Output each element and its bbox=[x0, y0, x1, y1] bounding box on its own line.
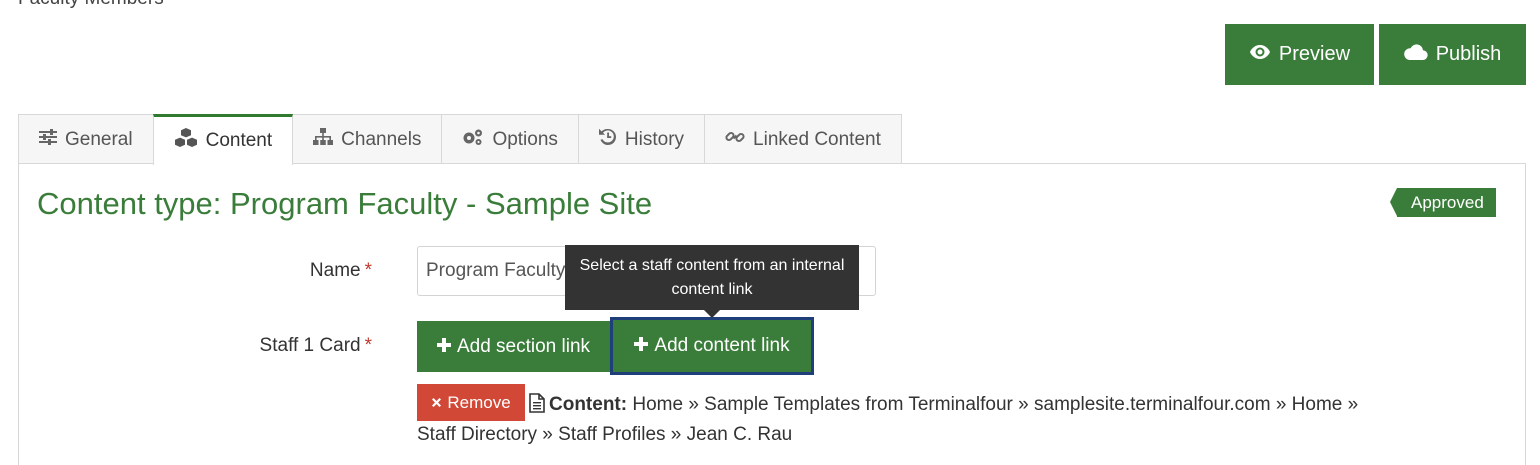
preview-button[interactable]: Preview bbox=[1225, 24, 1374, 85]
publish-label: Publish bbox=[1435, 43, 1502, 65]
eye-icon bbox=[1249, 43, 1271, 66]
remove-button[interactable]: Remove bbox=[417, 384, 525, 421]
plus-icon bbox=[436, 336, 451, 358]
breadcrumb: Faculty Members bbox=[18, 0, 164, 10]
name-label: Name * bbox=[172, 260, 372, 282]
gears-icon bbox=[462, 128, 484, 152]
preview-label: Preview bbox=[1278, 43, 1351, 65]
add-section-link-button[interactable]: Add section link bbox=[417, 321, 610, 372]
content-lead: Content: bbox=[549, 394, 628, 415]
content-path-line2[interactable]: Staff Directory » Staff Profiles » Jean … bbox=[417, 422, 792, 448]
staff-card-label: Staff 1 Card * bbox=[172, 335, 372, 357]
name-label-text: Name bbox=[309, 260, 361, 281]
sliders-icon bbox=[39, 128, 57, 151]
tab-linked-content[interactable]: Linked Content bbox=[704, 114, 902, 164]
link-icon bbox=[725, 127, 745, 153]
tab-channels[interactable]: Channels bbox=[292, 114, 443, 164]
required-marker: * bbox=[364, 260, 372, 281]
add-content-label: Add content link bbox=[654, 335, 790, 356]
sitemap-icon bbox=[313, 127, 334, 152]
content-path-line1[interactable]: Home » Sample Templates from Terminalfou… bbox=[632, 394, 1358, 415]
tab-label: General bbox=[65, 128, 133, 150]
close-icon bbox=[431, 393, 442, 413]
plus-icon bbox=[634, 335, 649, 357]
required-marker: * bbox=[364, 335, 372, 356]
tab-content[interactable]: Content bbox=[152, 114, 294, 165]
history-icon bbox=[598, 128, 617, 152]
add-content-link-button[interactable]: Add content link bbox=[610, 317, 814, 375]
tab-history[interactable]: History bbox=[577, 114, 706, 164]
content-link-path: Content: Home » Sample Templates from Te… bbox=[529, 388, 1509, 425]
add-section-label: Add section link bbox=[456, 335, 591, 357]
tab-label: Linked Content bbox=[753, 128, 881, 150]
cubes-icon bbox=[174, 128, 198, 154]
staff-card-label-text: Staff 1 Card bbox=[259, 335, 361, 356]
publish-button[interactable]: Publish bbox=[1379, 24, 1526, 85]
tab-label: Channels bbox=[341, 128, 422, 150]
tab-options[interactable]: Options bbox=[441, 114, 579, 164]
tab-general[interactable]: General bbox=[18, 114, 154, 164]
page-title: Content type: Program Faculty - Sample S… bbox=[37, 186, 653, 221]
tab-bar: General Content Channels Options History… bbox=[18, 114, 902, 165]
status-badge: Approved bbox=[1390, 188, 1496, 217]
cloud-icon bbox=[1403, 43, 1428, 67]
tab-label: History bbox=[624, 128, 685, 150]
tab-label: Content bbox=[205, 130, 273, 151]
remove-label: Remove bbox=[447, 392, 511, 412]
tooltip: Select a staff content from an internal … bbox=[565, 245, 859, 318]
document-icon bbox=[529, 391, 545, 425]
tab-label: Options bbox=[492, 128, 558, 150]
